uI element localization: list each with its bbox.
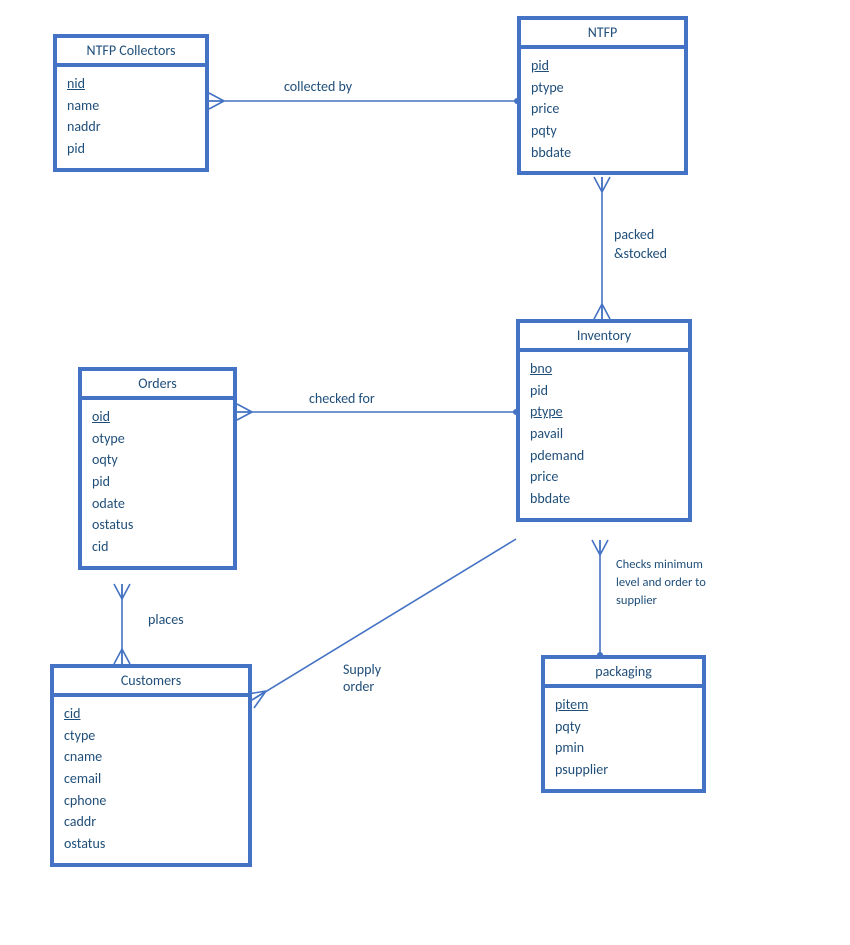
entity-ntfp: NTFP pid ptype price pqty bbdate bbox=[517, 16, 688, 175]
rel-label-collected-by: collected by bbox=[284, 78, 352, 95]
entity-ntfp-collectors: NTFP Collectors nid name naddr pid bbox=[53, 34, 209, 172]
crowfoot-checked-for-left bbox=[237, 404, 252, 420]
attr: ctype bbox=[64, 725, 238, 747]
attr: pqty bbox=[555, 716, 692, 738]
attr: psupplier bbox=[555, 759, 692, 781]
rel-label-checks-min-2: level and order to bbox=[616, 575, 706, 590]
attr: oid bbox=[92, 406, 223, 428]
attr: cname bbox=[64, 746, 238, 768]
rel-label-places: places bbox=[148, 611, 184, 628]
attr: otype bbox=[92, 428, 223, 450]
attr: pid bbox=[531, 55, 674, 77]
entity-inventory: Inventory bno pid ptype pavail pdemand p… bbox=[516, 319, 692, 522]
attr: pqty bbox=[531, 120, 674, 142]
entity-body: oid otype oqty pid odate ostatus cid bbox=[82, 400, 233, 566]
attr: pavail bbox=[530, 423, 678, 445]
attr: pdemand bbox=[530, 445, 678, 467]
crowfoot-packed-top bbox=[594, 177, 610, 192]
attr: cemail bbox=[64, 768, 238, 790]
attr: ptype bbox=[530, 401, 678, 423]
crowfoot-packed-bottom bbox=[594, 304, 610, 319]
attr: ostatus bbox=[64, 833, 238, 855]
rel-label-checks-min-3: supplier bbox=[616, 593, 657, 608]
rel-line-supply-order bbox=[252, 539, 516, 700]
attr: cphone bbox=[64, 790, 238, 812]
entity-title: Customers bbox=[54, 668, 248, 697]
entity-body: cid ctype cname cemail cphone caddr osta… bbox=[54, 697, 248, 863]
er-diagram-canvas: { "entities": { "ntfp_collectors": { "ti… bbox=[0, 0, 850, 945]
attr: odate bbox=[92, 493, 223, 515]
attr: cid bbox=[92, 536, 223, 558]
entity-title: NTFP bbox=[521, 20, 684, 49]
entity-orders: Orders oid otype oqty pid odate ostatus … bbox=[78, 367, 237, 570]
attr: pmin bbox=[555, 737, 692, 759]
rel-label-checked-for: checked for bbox=[309, 390, 375, 407]
entity-body: bno pid ptype pavail pdemand price bbdat… bbox=[520, 352, 688, 518]
crowfoot-checks-top bbox=[592, 540, 608, 555]
rel-label-packed: packed bbox=[614, 226, 654, 243]
entity-customers: Customers cid ctype cname cemail cphone … bbox=[50, 664, 252, 867]
attr: caddr bbox=[64, 811, 238, 833]
attr: pid bbox=[67, 138, 195, 160]
entity-packaging: packaging pitem pqty pmin psupplier bbox=[541, 655, 706, 793]
entity-title: Orders bbox=[82, 371, 233, 400]
rel-label-stocked: &stocked bbox=[614, 245, 667, 262]
attr: bbdate bbox=[530, 488, 678, 510]
attr: price bbox=[531, 98, 674, 120]
entity-body: nid name naddr pid bbox=[57, 67, 205, 168]
attr: nid bbox=[67, 73, 195, 95]
attr: ptype bbox=[531, 77, 674, 99]
entity-title: packaging bbox=[545, 659, 702, 688]
crowfoot-places-top bbox=[114, 584, 130, 599]
attr: pid bbox=[92, 471, 223, 493]
attr: bno bbox=[530, 358, 678, 380]
entity-title: Inventory bbox=[520, 323, 688, 352]
attr: pid bbox=[530, 380, 678, 402]
rel-label-supply-order: Supply order bbox=[343, 661, 381, 695]
entity-body: pitem pqty pmin psupplier bbox=[545, 688, 702, 789]
attr: pitem bbox=[555, 694, 692, 716]
attr: cid bbox=[64, 703, 238, 725]
crowfoot-collected-by-left bbox=[209, 93, 224, 109]
entity-body: pid ptype price pqty bbdate bbox=[521, 49, 684, 171]
crowfoot-places-bottom bbox=[114, 649, 130, 664]
attr: name bbox=[67, 95, 195, 117]
attr: ostatus bbox=[92, 514, 223, 536]
entity-title: NTFP Collectors bbox=[57, 38, 205, 67]
attr: bbdate bbox=[531, 142, 674, 164]
attr: price bbox=[530, 466, 678, 488]
attr: naddr bbox=[67, 116, 195, 138]
attr: oqty bbox=[92, 449, 223, 471]
rel-label-checks-min-1: Checks minimum bbox=[616, 557, 703, 572]
